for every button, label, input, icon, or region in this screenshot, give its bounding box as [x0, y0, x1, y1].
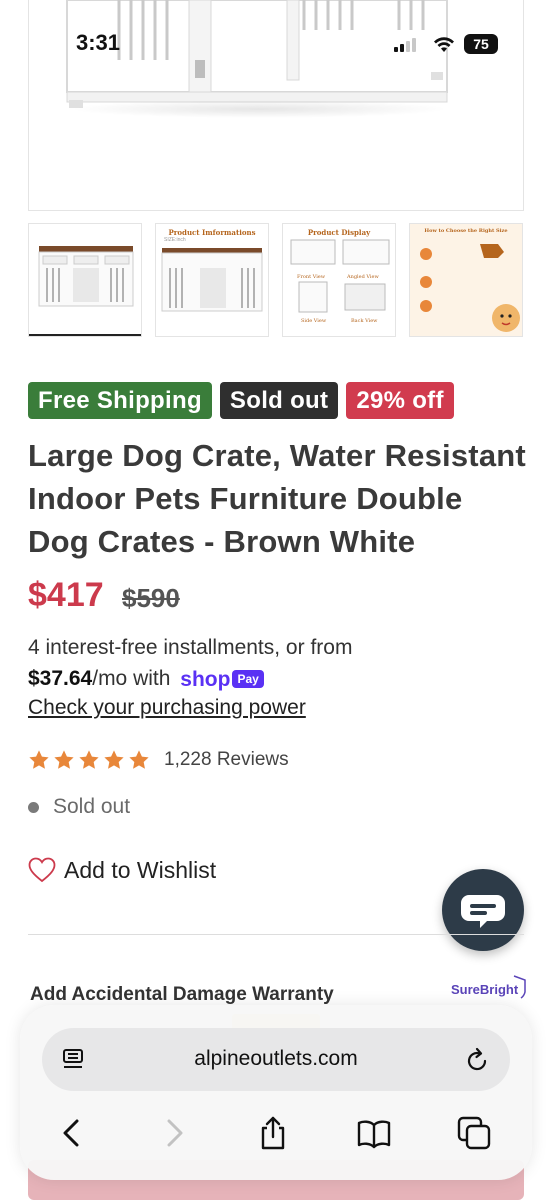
svg-text:Back View: Back View — [351, 318, 378, 324]
address-bar[interactable]: alpineoutlets.com — [42, 1028, 510, 1091]
thumbnail-3[interactable]: Product Display Front View Angled View S… — [282, 223, 396, 337]
wifi-icon — [434, 37, 454, 52]
crate-thumbnail-image — [38, 246, 134, 307]
chat-button[interactable] — [442, 869, 524, 951]
thumbnail-4[interactable]: How to Choose the Right Size — [409, 223, 523, 337]
star-icon — [104, 750, 124, 769]
rating-row[interactable]: 1,228 Reviews — [28, 748, 289, 772]
product-badges: Free Shipping Sold out 29% off — [28, 382, 454, 419]
shop-pay-logo-icon: shop — [180, 667, 231, 691]
status-icons: 75 — [394, 34, 504, 56]
sale-price: $417 — [28, 576, 104, 614]
reviews-count[interactable]: 1,228 Reviews — [164, 749, 289, 771]
battery-indicator: 75 — [464, 34, 498, 54]
heart-icon — [28, 857, 56, 883]
url-text: alpineoutlets.com — [194, 1047, 358, 1070]
forward-icon — [167, 1119, 183, 1147]
browser-toolbar: alpineoutlets.com — [20, 1005, 532, 1180]
add-to-wishlist-button[interactable]: Add to Wishlist — [28, 855, 216, 885]
stock-dot-icon — [28, 801, 39, 813]
chat-bubble-icon — [461, 895, 505, 928]
star-icon — [79, 750, 99, 769]
status-time: 3:31 — [76, 30, 121, 55]
installments-text: 4 interest-free installments, or from $3… — [28, 632, 528, 695]
svg-text:Front View: Front View — [297, 274, 326, 280]
wishlist-label: Add to Wishlist — [64, 856, 217, 883]
shop-pay-badge: Pay — [232, 670, 264, 689]
sold-out-badge: Sold out — [219, 382, 339, 419]
star-icon — [54, 750, 74, 769]
star-icon — [129, 750, 149, 769]
crate-info-image — [161, 248, 263, 312]
installment-suffix: /mo with — [92, 667, 171, 690]
thumbnail-2[interactable]: Product Imformations SIZE:inch — [155, 223, 269, 337]
crate-views-image: Front View Angled View Side View Back Vi… — [290, 239, 390, 324]
installments-line2: $37.64/mo with shop Pay — [28, 663, 528, 695]
star-icon — [29, 750, 49, 769]
warranty-heading: Add Accidental Damage Warranty — [30, 984, 334, 1005]
image-shadow — [69, 100, 449, 118]
thumbnail-1[interactable] — [28, 223, 142, 337]
compare-at-price: $590 — [122, 583, 180, 613]
discount-badge: 29% off — [346, 382, 454, 419]
section-divider — [28, 934, 524, 935]
bookmarks-icon[interactable] — [356, 1115, 392, 1151]
size-guide-image — [420, 244, 520, 332]
image-thumbnail-strip: Product Imformations SIZE:inch Product D… — [28, 223, 524, 337]
share-icon[interactable] — [255, 1115, 291, 1151]
svg-text:Side View: Side View — [301, 318, 327, 324]
cellular-signal-icon — [394, 38, 416, 52]
stock-status: Sold out — [28, 794, 130, 820]
free-shipping-badge: Free Shipping — [28, 382, 212, 419]
surebright-logo[interactable]: SureBright — [451, 974, 527, 1004]
surebright-shield-icon — [513, 975, 526, 999]
reload-icon[interactable] — [466, 1047, 490, 1073]
product-title: Large Dog Crate, Water Resistant Indoor … — [28, 438, 526, 559]
tabs-icon[interactable] — [456, 1115, 492, 1151]
back-icon[interactable] — [54, 1115, 90, 1151]
installment-amount: $37.64 — [28, 667, 93, 690]
check-purchasing-power-link[interactable]: Check your purchasing power — [28, 696, 306, 720]
svg-text:Angled View: Angled View — [346, 274, 379, 280]
stock-label: Sold out — [53, 795, 131, 818]
installments-line1: 4 interest-free installments, or from — [28, 636, 353, 659]
